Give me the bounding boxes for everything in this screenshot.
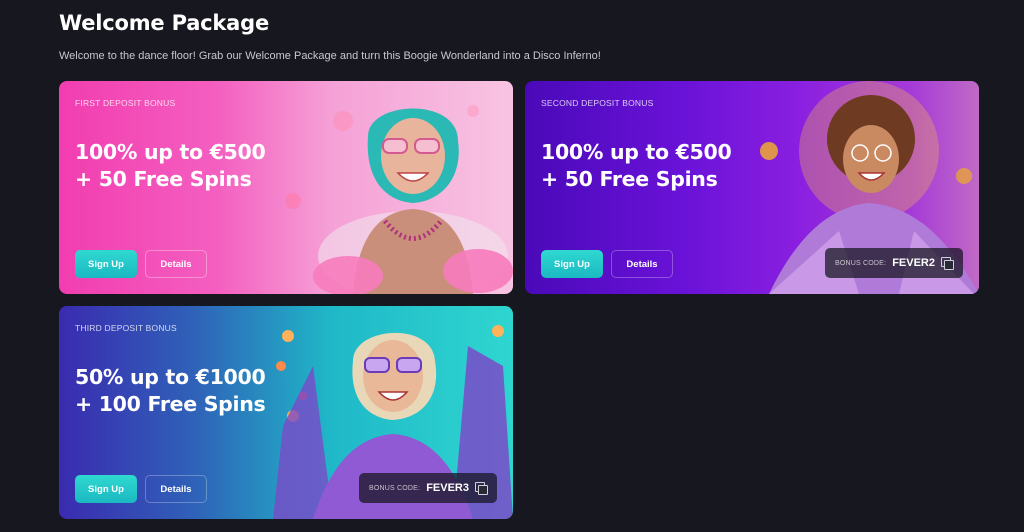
bonus-offer-headline: 50% up to €1000 + 100 Free Spins <box>75 364 266 418</box>
headline-line-2: + 50 Free Spins <box>541 167 718 191</box>
headline-line-2: + 50 Free Spins <box>75 167 252 191</box>
third-deposit-bonus-card: THIRD DEPOSIT BONUS 50% up to €1000 + 10… <box>59 306 513 519</box>
bonus-tier-label: THIRD DEPOSIT BONUS <box>75 323 177 333</box>
headline-line-1: 100% up to €500 <box>75 140 266 164</box>
copy-icon[interactable] <box>475 482 488 495</box>
details-button[interactable]: Details <box>145 250 207 278</box>
welcome-package-page: Welcome Package Welcome to the dance flo… <box>0 0 1024 532</box>
bonus-code-badge[interactable]: BONUS CODE: FEVER3 <box>358 473 497 503</box>
sign-up-button[interactable]: Sign Up <box>75 250 137 278</box>
headline-line-1: 50% up to €1000 <box>75 365 266 389</box>
copy-icon[interactable] <box>941 257 954 270</box>
sign-up-button[interactable]: Sign Up <box>541 250 603 278</box>
first-deposit-bonus-card: FIRST DEPOSIT BONUS 100% up to €500 + 50… <box>59 81 513 294</box>
bonus-code-badge[interactable]: BONUS CODE: FEVER2 <box>824 248 963 278</box>
bonus-offer-headline: 100% up to €500 + 50 Free Spins <box>541 139 732 193</box>
bonus-code-label: BONUS CODE: <box>834 259 887 267</box>
headline-line-2: + 100 Free Spins <box>75 392 266 416</box>
bonus-offer-headline: 100% up to €500 + 50 Free Spins <box>75 139 266 193</box>
bonus-code-value: FEVER2 <box>892 257 935 269</box>
second-deposit-bonus-card: SECOND DEPOSIT BONUS 100% up to €500 + 5… <box>525 81 979 294</box>
sign-up-button[interactable]: Sign Up <box>75 475 137 503</box>
page-title: Welcome Package <box>59 11 270 35</box>
bonus-tier-label: SECOND DEPOSIT BONUS <box>541 98 654 108</box>
bonus-code-value: FEVER3 <box>426 482 469 494</box>
page-subtitle: Welcome to the dance floor! Grab our Wel… <box>59 50 601 62</box>
bonus-code-label: BONUS CODE: <box>368 484 421 492</box>
details-button[interactable]: Details <box>145 475 207 503</box>
details-button[interactable]: Details <box>611 250 673 278</box>
promo-artwork <box>285 105 513 294</box>
headline-line-1: 100% up to €500 <box>541 140 732 164</box>
bonus-tier-label: FIRST DEPOSIT BONUS <box>75 98 176 108</box>
